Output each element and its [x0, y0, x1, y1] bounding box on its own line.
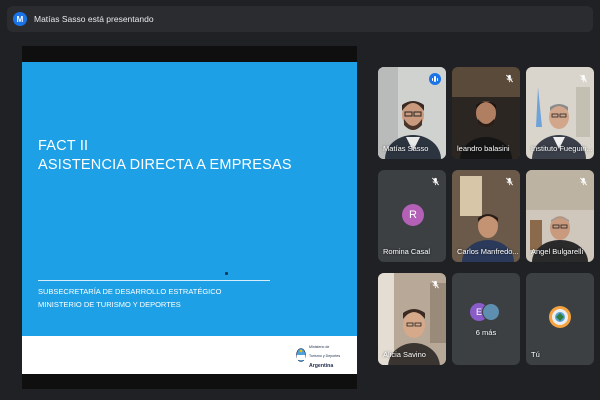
- participant-tile[interactable]: leandro balasini: [452, 67, 520, 159]
- mic-off-icon: [432, 280, 439, 289]
- participant-name: Tú: [531, 350, 540, 359]
- slide-title-line-2: ASISTENCIA DIRECTA A EMPRESAS: [38, 157, 292, 173]
- participant-name: Romina Casal: [383, 247, 431, 256]
- mic-off-icon: [580, 74, 587, 83]
- participant-tile[interactable]: Matías Sasso: [378, 67, 446, 159]
- participant-name: Matías Sasso: [383, 144, 429, 153]
- more-participants-avatar-2: [482, 303, 500, 321]
- presenter-avatar: M: [13, 12, 27, 26]
- slide-subtitle-line-1: SUBSECRETARÍA DE DESARROLLO ESTRATÉGICO: [38, 287, 222, 296]
- ministry-logo: Ministerio de Turismo y Deportes Argenti…: [296, 340, 341, 369]
- participant-name: leandro balasini: [457, 144, 510, 153]
- mic-off-icon: [432, 177, 439, 186]
- participant-tile[interactable]: Tú: [526, 273, 594, 365]
- logo-line-2: Turismo y Deportes: [309, 353, 341, 358]
- participant-tile[interactable]: R Romina Casal: [378, 170, 446, 262]
- mouse-pointer: [225, 272, 228, 275]
- logo-line-1: Ministerio de: [309, 344, 330, 349]
- participant-tile[interactable]: Angel Bulgarelli: [526, 170, 594, 262]
- slide-title-line-1: FACT II: [38, 138, 89, 154]
- participant-avatar: R: [402, 204, 424, 226]
- participant-name: Instituto Fueguin...: [531, 144, 593, 153]
- participant-tile[interactable]: Instituto Fueguin...: [526, 67, 594, 159]
- presenting-banner: M Matías Sasso está presentando: [7, 6, 593, 32]
- slide-subtitle: SUBSECRETARÍA DE DESARROLLO ESTRATÉGICO …: [38, 285, 222, 311]
- presentation-slide: FACT II ASISTENCIA DIRECTA A EMPRESAS SU…: [22, 62, 357, 374]
- slide-divider: [38, 280, 270, 281]
- participant-name: Angel Bulgarelli: [531, 247, 584, 256]
- speaking-indicator-icon: [429, 73, 441, 85]
- argentina-seal-icon: [296, 347, 306, 362]
- slide-subtitle-line-2: MINISTERIO DE TURISMO Y DEPORTES: [38, 300, 181, 309]
- participant-tile[interactable]: Alicia Savino: [378, 273, 446, 365]
- mic-off-icon: [506, 74, 513, 83]
- logo-text: Ministerio de Turismo y Deportes Argenti…: [309, 340, 341, 369]
- slide-title: FACT II ASISTENCIA DIRECTA A EMPRESAS: [38, 137, 292, 175]
- participant-tile[interactable]: Carlos Manfredo...: [452, 170, 520, 262]
- shared-screen[interactable]: FACT II ASISTENCIA DIRECTA A EMPRESAS SU…: [22, 46, 357, 389]
- logo-line-3: Argentina: [309, 362, 334, 369]
- mic-off-icon: [580, 177, 587, 186]
- participant-tile[interactable]: E 6 más: [452, 273, 520, 365]
- participant-name: Carlos Manfredo...: [457, 247, 519, 256]
- participant-name: Alicia Savino: [383, 350, 426, 359]
- participant-name: 6 más: [475, 328, 497, 337]
- presenting-text: Matías Sasso está presentando: [34, 14, 154, 24]
- mic-off-icon: [506, 177, 513, 186]
- self-avatar-icon: [549, 306, 571, 328]
